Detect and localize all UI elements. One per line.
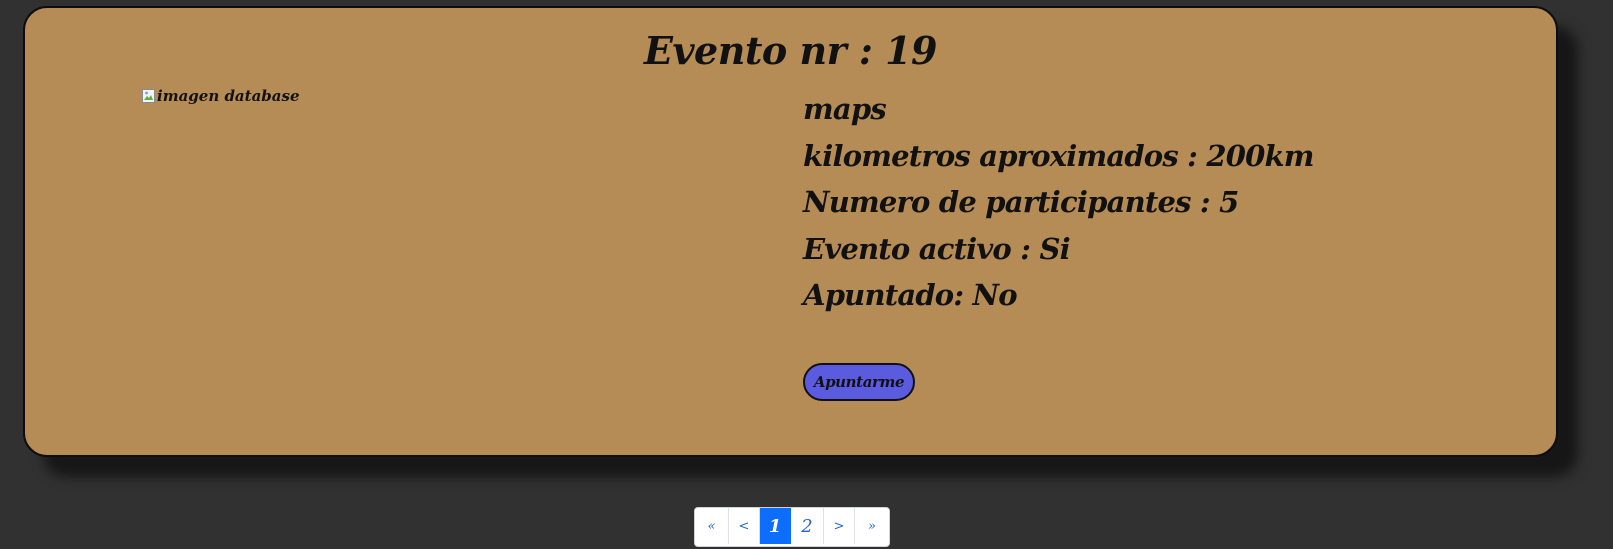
pagination: « < 1 2 > » <box>694 507 890 547</box>
pagination-first-button[interactable]: « <box>695 508 729 544</box>
event-card: Evento nr : 19 imagen database maps kilo… <box>23 6 1558 457</box>
join-event-button[interactable]: Apuntarme <box>803 363 915 401</box>
event-title: Evento nr : 19 <box>644 28 938 73</box>
image-alt-text: imagen database <box>157 87 300 105</box>
event-image: imagen database <box>142 87 300 105</box>
pagination-last-button[interactable]: » <box>855 508 889 544</box>
pagination-page-1[interactable]: 1 <box>760 508 791 544</box>
pagination-page-2[interactable]: 2 <box>791 508 824 544</box>
event-active-status: Evento activo : Si <box>803 231 1071 266</box>
pagination-prev-button[interactable]: < <box>729 508 760 544</box>
broken-image-icon <box>142 88 156 104</box>
event-participants: Numero de participantes : 5 <box>803 185 1239 219</box>
event-joined-status: Apuntado: No <box>803 278 1018 312</box>
event-kilometers: kilometros aproximados : 200km <box>803 138 1314 173</box>
event-details: maps kilometros aproximados : 200km Nume… <box>803 86 1314 319</box>
event-location: maps <box>803 92 887 126</box>
pagination-next-button[interactable]: > <box>824 508 855 544</box>
